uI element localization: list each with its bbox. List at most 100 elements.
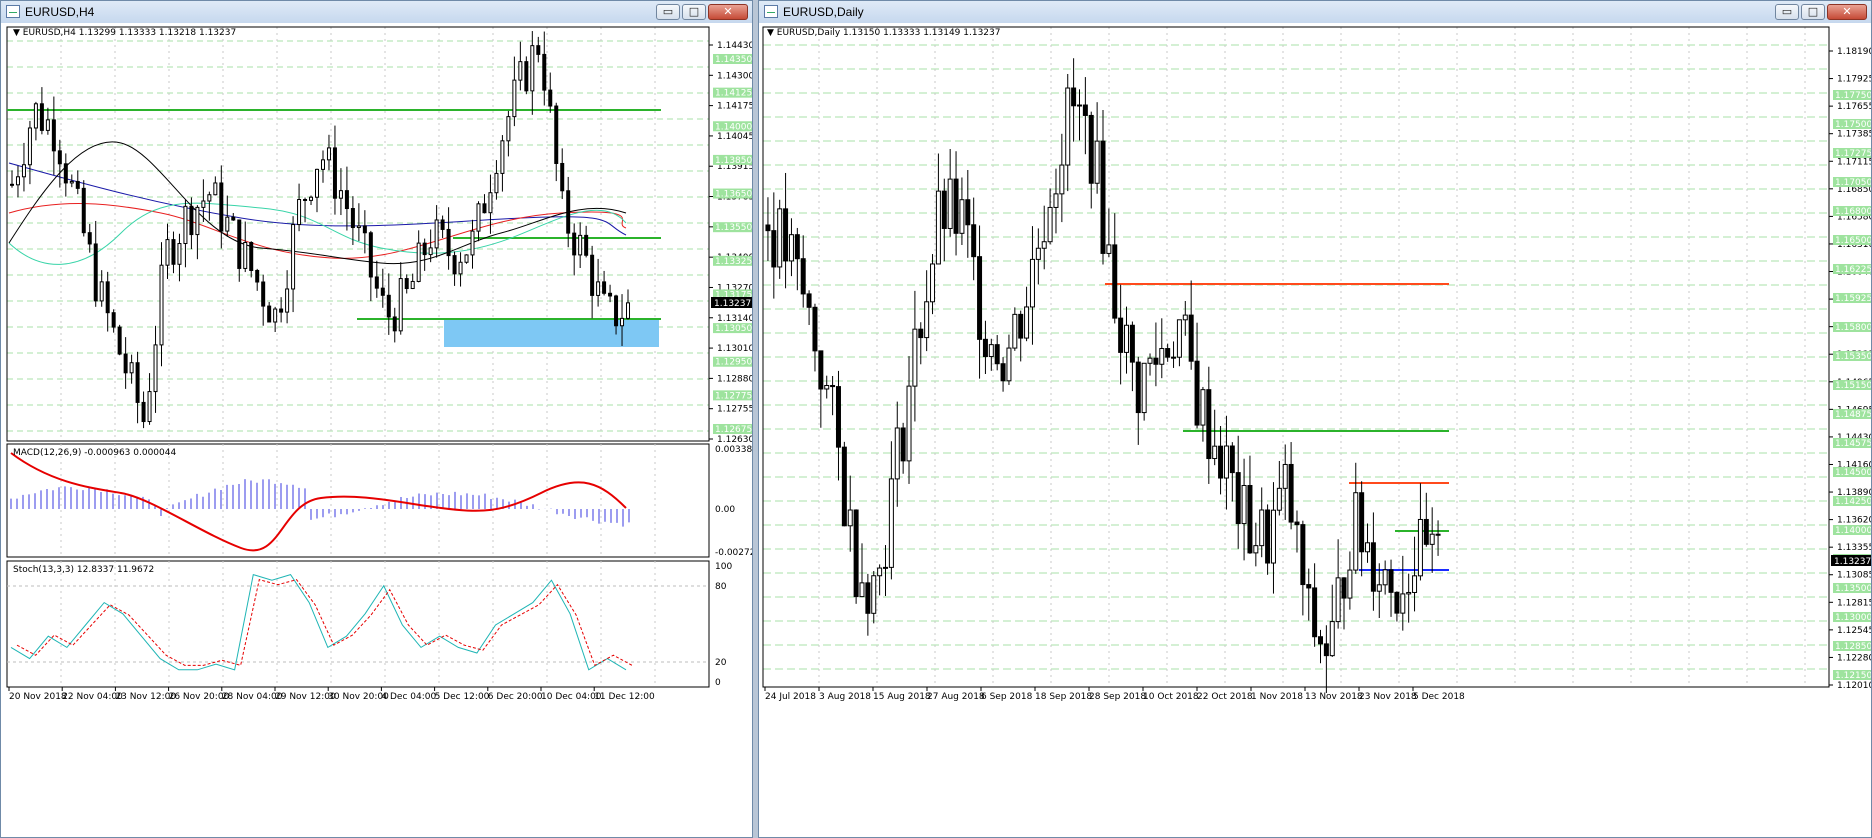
candle-body — [1082, 104, 1088, 116]
maximize-button[interactable]: □ — [1801, 4, 1825, 20]
maximize-icon: □ — [688, 5, 700, 18]
chart-window-daily[interactable]: EURUSD,Daily ▭ □ ✕ 1.18190 1.17925 1.17655… — [758, 0, 1872, 838]
candle-body — [783, 208, 789, 262]
level-label: 1.13500 — [1835, 584, 1871, 594]
title-bar[interactable]: EURUSD,H4 ▭ □ ✕ — [1, 1, 752, 24]
candle-body — [1359, 492, 1365, 553]
candle-body — [518, 61, 523, 81]
price-chart-daily[interactable]: 1.181901.179251.176551.173851.171151.168… — [759, 23, 1871, 837]
price-axis-label: 1.12545 — [1837, 626, 1871, 636]
candle-body — [1353, 492, 1359, 571]
candle-body — [344, 190, 349, 210]
candle-body — [988, 344, 994, 358]
close-button[interactable]: ✕ — [708, 4, 748, 20]
level-label: 1.14000 — [1835, 526, 1871, 536]
price-axis-label: 1.12280 — [1837, 653, 1871, 663]
level-label: 1.13850 — [715, 156, 752, 166]
candle-body — [440, 219, 445, 230]
demand-zone — [444, 319, 659, 347]
candle-body — [21, 164, 26, 178]
candle-body — [818, 350, 824, 390]
candle-body — [470, 230, 475, 256]
candle-body — [982, 338, 988, 358]
title-bar[interactable]: EURUSD,Daily ▭ □ ✕ — [759, 1, 1871, 24]
price-chart-h4[interactable]: 1.144301.143001.141751.140451.139151.137… — [1, 23, 752, 837]
minimize-button[interactable]: ▭ — [656, 4, 680, 20]
candle-body — [1194, 360, 1200, 426]
candle-body — [225, 216, 230, 232]
candle-body — [935, 190, 941, 265]
candle-body — [1071, 87, 1077, 107]
level-label: 1.17500 — [1835, 120, 1871, 130]
time-axis-label: 3 Aug 2018 — [819, 692, 871, 702]
candle-body — [1212, 445, 1218, 460]
candle-body — [1382, 569, 1388, 586]
candle-body — [1135, 361, 1141, 414]
macd-axis-label: -0.002724 — [715, 548, 752, 558]
candle-body — [1388, 569, 1394, 593]
candle-body — [1188, 314, 1194, 362]
chart-window-icon — [764, 5, 778, 18]
candle-body — [1124, 324, 1130, 353]
candle-body — [1323, 643, 1329, 657]
price-axis-label: 1.12010 — [1837, 681, 1871, 691]
stoch-label: Stoch(13,3,3) 12.8337 11.9672 — [13, 565, 154, 575]
candle-body — [1406, 591, 1412, 595]
chart-window-h4[interactable]: EURUSD,H4 ▭ □ ✕ 1.14430 1.14300 1.14175 1.1… — [0, 0, 753, 838]
price-axis-label: 1.14430 — [717, 41, 752, 51]
candle-body — [183, 205, 188, 245]
candle-body — [1000, 363, 1006, 382]
price-axis-label: 1.12630 — [717, 435, 752, 445]
candle-body — [1270, 509, 1276, 564]
candle-body — [560, 162, 565, 192]
level-label: 1.14125 — [715, 89, 752, 99]
price-axis-label: 1.17925 — [1837, 75, 1871, 85]
candle-body — [608, 292, 613, 297]
candle-body — [1229, 445, 1235, 474]
candle-body — [452, 255, 457, 275]
level-label: 1.12950 — [715, 358, 752, 368]
chart-info-label: ▼ EURUSD,Daily 1.13150 1.13333 1.13149 1… — [767, 28, 1001, 38]
candle-body — [1417, 518, 1423, 577]
candle-body — [231, 216, 236, 221]
close-button[interactable]: ✕ — [1827, 4, 1867, 20]
candle-body — [1006, 347, 1012, 382]
candle-body — [81, 187, 86, 234]
candle-body — [1106, 244, 1112, 254]
time-axis-label: 22 Nov 04:00 — [62, 692, 123, 702]
level-label: 1.13650 — [715, 190, 752, 200]
level-label: 1.12775 — [715, 391, 752, 401]
candle-body — [195, 206, 200, 236]
candle-body — [1429, 533, 1435, 545]
candle-body — [959, 199, 965, 234]
level-label: 1.14250 — [1835, 497, 1871, 507]
candle-body — [788, 234, 794, 262]
time-axis-label: 23 Nov 2018 — [1359, 692, 1417, 702]
stoch-axis-label: 100 — [715, 562, 732, 572]
candle-body — [279, 308, 284, 313]
candle-body — [841, 446, 847, 527]
candle-body — [380, 287, 385, 296]
candle-body — [1171, 356, 1177, 359]
candle-body — [542, 53, 547, 91]
candle-body — [971, 224, 977, 258]
time-axis-label: 5 Dec 12:00 — [435, 692, 490, 702]
minimize-button[interactable]: ▭ — [1775, 4, 1799, 20]
candle-body — [1129, 324, 1135, 363]
candle-body — [536, 45, 541, 55]
maximize-button[interactable]: □ — [682, 4, 706, 20]
level-label: 1.17275 — [1835, 149, 1871, 159]
candle-body — [237, 219, 242, 269]
candle-body — [338, 190, 343, 199]
time-axis-label: 20 Nov 2018 — [9, 692, 67, 702]
candle-body — [315, 168, 320, 198]
maximize-icon: □ — [1807, 5, 1819, 18]
time-axis-label: 5 Dec 2018 — [1413, 692, 1465, 702]
stoch-main-line — [10, 573, 627, 671]
candle-body — [297, 199, 302, 226]
candle-body — [965, 199, 971, 226]
candle-body — [1153, 357, 1159, 365]
level-label: 1.12675 — [715, 425, 752, 435]
candle-body — [1094, 140, 1100, 184]
candle-body — [153, 344, 158, 393]
